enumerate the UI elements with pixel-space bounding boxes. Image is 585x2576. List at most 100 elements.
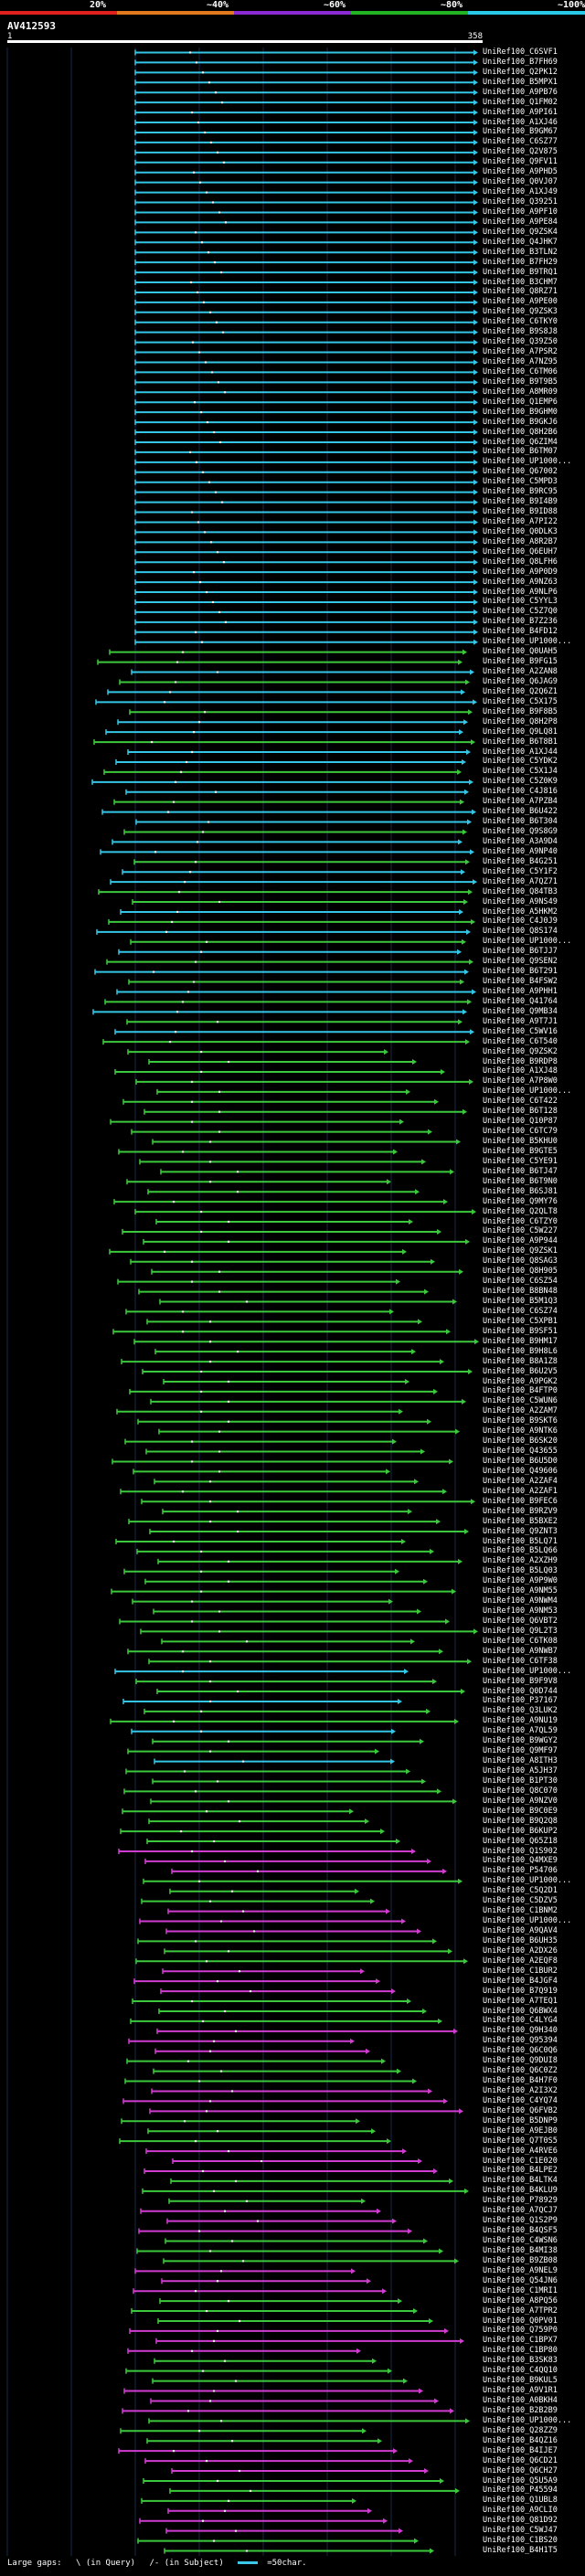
hit-label[interactable]: UniRef100_UP1000... <box>483 1667 571 1676</box>
hit-label[interactable]: UniRef100_Q9MB34 <box>483 1007 558 1016</box>
hit-label[interactable]: UniRef100_C6TZY0 <box>483 1217 558 1226</box>
hit-label[interactable]: UniRef100_B9FEC6 <box>483 1497 558 1506</box>
hit-label[interactable]: UniRef100_Q2QLT8 <box>483 1207 558 1216</box>
hit-label[interactable]: UniRef100_B4IJE7 <box>483 2446 558 2455</box>
hit-label[interactable]: UniRef100_B2B2B9 <box>483 2406 558 2415</box>
hit-label[interactable]: UniRef100_C5DZV5 <box>483 1896 558 1905</box>
hit-label[interactable]: UniRef100_B6T9N0 <box>483 1177 558 1186</box>
hit-label[interactable]: UniRef100_A2ZAF1 <box>483 1487 558 1496</box>
hit-label[interactable]: UniRef100_Q8C070 <box>483 1786 558 1796</box>
hit-label[interactable]: UniRef100_A7TEQ1 <box>483 1997 558 2006</box>
hit-label[interactable]: UniRef100_B4QZ16 <box>483 2436 558 2445</box>
hit-label[interactable]: UniRef100_Q6CD21 <box>483 2456 558 2465</box>
hit-label[interactable]: UniRef100_A8ITH3 <box>483 1756 558 1765</box>
hit-label[interactable]: UniRef100_B9WGY2 <box>483 1736 558 1745</box>
hit-label[interactable]: UniRef100_A9PHD5 <box>483 167 558 176</box>
hit-label[interactable]: UniRef100_A7QCJ7 <box>483 2206 558 2215</box>
hit-label[interactable]: UniRef100_C6TM06 <box>483 367 558 376</box>
hit-label[interactable]: UniRef100_Q1FM02 <box>483 98 558 107</box>
hit-label[interactable]: UniRef100_Q54JN6 <box>483 2276 558 2285</box>
hit-label[interactable]: UniRef100_Q6CH27 <box>483 2466 558 2475</box>
hit-label[interactable]: UniRef100_B6T128 <box>483 1107 558 1116</box>
hit-label[interactable]: UniRef100_A7PSR2 <box>483 347 558 356</box>
hit-label[interactable]: UniRef100_B9RC95 <box>483 487 558 496</box>
hit-label[interactable]: UniRef100_A7NZ95 <box>483 357 558 366</box>
hit-label[interactable]: UniRef100_A7QZ71 <box>483 877 558 886</box>
hit-label[interactable]: UniRef100_B9SF51 <box>483 1327 558 1336</box>
hit-label[interactable]: UniRef100_Q28ZZ9 <box>483 2426 558 2435</box>
hit-label[interactable]: UniRef100_A9NZV0 <box>483 1797 558 1806</box>
hit-label[interactable]: UniRef100_A7P8W0 <box>483 1076 558 1086</box>
hit-label[interactable]: UniRef100_Q9SEN2 <box>483 957 558 966</box>
hit-label[interactable]: UniRef100_B7Q919 <box>483 1987 558 1996</box>
hit-label[interactable]: UniRef100_Q9ZSK2 <box>483 1047 558 1056</box>
hit-label[interactable]: UniRef100_A2EQF8 <box>483 1956 558 1966</box>
hit-label[interactable]: UniRef100_Q81D92 <box>483 2516 558 2525</box>
hit-label[interactable]: UniRef100_B6U422 <box>483 807 558 816</box>
hit-label[interactable]: UniRef100_Q9ZSK4 <box>483 228 558 237</box>
hit-label[interactable]: UniRef100_A9PE84 <box>483 217 558 227</box>
hit-label[interactable]: UniRef100_B6UH35 <box>483 1936 558 1945</box>
hit-label[interactable]: UniRef100_C4WSN6 <box>483 2236 558 2245</box>
hit-label[interactable]: UniRef100_A8PQ56 <box>483 2296 558 2306</box>
hit-label[interactable]: UniRef100_Q0D744 <box>483 1687 558 1696</box>
hit-label[interactable]: UniRef100_B9SKT6 <box>483 1416 558 1426</box>
hit-label[interactable]: UniRef100_A9NLP6 <box>483 588 558 597</box>
hit-label[interactable]: UniRef100_P78929 <box>483 2196 558 2205</box>
hit-label[interactable]: UniRef100_A5JH37 <box>483 1766 558 1776</box>
hit-label[interactable]: UniRef100_Q6BWX4 <box>483 2007 558 2016</box>
hit-label[interactable]: UniRef100_B9GKJ6 <box>483 418 558 427</box>
hit-label[interactable]: UniRef100_B4MI38 <box>483 2246 558 2255</box>
hit-label[interactable]: UniRef100_Q9ZNT3 <box>483 1527 558 1536</box>
hit-label[interactable]: UniRef100_B3TLN2 <box>483 248 558 257</box>
hit-label[interactable]: UniRef100_C6SVF1 <box>483 48 558 57</box>
hit-label[interactable]: UniRef100_A9PHH1 <box>483 987 558 996</box>
hit-label[interactable]: UniRef100_C4J816 <box>483 787 558 796</box>
hit-label[interactable]: UniRef100_A9NZ63 <box>483 578 558 587</box>
hit-label[interactable]: UniRef100_A9T7J1 <box>483 1017 558 1026</box>
hit-label[interactable]: UniRef100_A9PI61 <box>483 108 558 117</box>
hit-label[interactable]: UniRef100_Q6ZIM4 <box>483 438 558 447</box>
hit-label[interactable]: UniRef100_A9NM55 <box>483 1586 558 1595</box>
hit-label[interactable]: UniRef100_UP1000... <box>483 937 571 946</box>
hit-label[interactable]: UniRef100_UP1000... <box>483 637 571 646</box>
hit-label[interactable]: UniRef100_B8A1Z8 <box>483 1357 558 1366</box>
hit-label[interactable]: UniRef100_A9NU19 <box>483 1716 558 1725</box>
hit-label[interactable]: UniRef100_B9H8L6 <box>483 1347 558 1356</box>
hit-label[interactable]: UniRef100_Q8H2B6 <box>483 428 558 437</box>
hit-label[interactable]: UniRef100_UP1000... <box>483 2416 571 2425</box>
hit-label[interactable]: UniRef100_Q65Z18 <box>483 1837 558 1846</box>
hit-label[interactable]: UniRef100_Q9FV11 <box>483 157 558 166</box>
hit-label[interactable]: UniRef100_P37167 <box>483 1696 558 1705</box>
hit-label[interactable]: UniRef100_B6TM07 <box>483 447 558 456</box>
hit-label[interactable]: UniRef100_B9RZV9 <box>483 1507 558 1516</box>
hit-label[interactable]: UniRef100_Q0DLK3 <box>483 527 558 536</box>
hit-label[interactable]: UniRef100_Q0PV01 <box>483 2316 558 2326</box>
hit-label[interactable]: UniRef100_Q49606 <box>483 1467 558 1476</box>
hit-label[interactable]: UniRef100_A9V1R1 <box>483 2386 558 2395</box>
hit-label[interactable]: UniRef100_Q9MF97 <box>483 1746 558 1755</box>
hit-label[interactable]: UniRef100_B9RDP8 <box>483 1057 558 1066</box>
hit-label[interactable]: UniRef100_C1BPX7 <box>483 2336 558 2345</box>
hit-label[interactable]: UniRef100_UP1000... <box>483 1916 571 1925</box>
hit-label[interactable]: UniRef100_Q1UBL8 <box>483 2496 558 2505</box>
hit-label[interactable]: UniRef100_C5YE91 <box>483 1157 558 1166</box>
hit-label[interactable]: UniRef100_A9EJB0 <box>483 2126 558 2136</box>
hit-label[interactable]: UniRef100_Q84TB3 <box>483 887 558 896</box>
hit-label[interactable]: UniRef100_Q5U5A9 <box>483 2476 558 2486</box>
hit-label[interactable]: UniRef100_A3A9D4 <box>483 837 558 846</box>
hit-label[interactable]: UniRef100_B7FH29 <box>483 258 558 267</box>
hit-label[interactable]: UniRef100_A9CLI0 <box>483 2506 558 2515</box>
hit-label[interactable]: UniRef100_B9C0E9 <box>483 1807 558 1816</box>
hit-label[interactable]: UniRef100_B4G251 <box>483 857 558 866</box>
hit-label[interactable]: UniRef100_Q9DUI8 <box>483 2056 558 2065</box>
hit-label[interactable]: UniRef100_A4RVE6 <box>483 2147 558 2156</box>
hit-label[interactable]: UniRef100_C6TF38 <box>483 1657 558 1666</box>
hit-label[interactable]: UniRef100_B4LTK4 <box>483 2176 558 2185</box>
hit-label[interactable]: UniRef100_Q1S902 <box>483 1847 558 1856</box>
hit-label[interactable]: UniRef100_Q41764 <box>483 997 558 1006</box>
hit-label[interactable]: UniRef100_C6TK08 <box>483 1637 558 1646</box>
hit-label[interactable]: UniRef100_A9NM53 <box>483 1606 558 1616</box>
hit-label[interactable]: UniRef100_B8BN48 <box>483 1287 558 1296</box>
hit-label[interactable]: UniRef100_B4KLU9 <box>483 2186 558 2195</box>
